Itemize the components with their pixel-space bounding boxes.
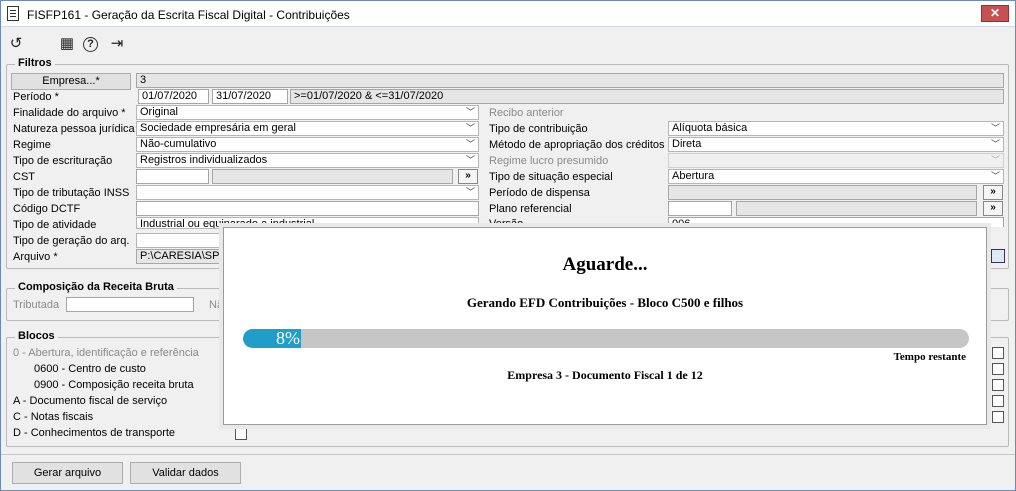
chevron-down-icon: ﹀ xyxy=(465,155,475,165)
dispensa-search-button[interactable]: » xyxy=(983,185,1003,200)
chevron-down-icon: ﹀ xyxy=(990,155,1000,165)
exit-icon[interactable]: ⇥ xyxy=(108,35,126,53)
progress-panel: Aguarde... Gerando EFD Contribuições - B… xyxy=(230,234,980,418)
composicao-title: Composição da Receita Bruta xyxy=(15,281,177,293)
periodo-label: Período * xyxy=(13,91,59,103)
recibo-label: Recibo anterior xyxy=(489,107,564,119)
atividade-label: Tipo de atividade xyxy=(13,219,97,231)
title-bar: FISFP161 - Geração da Escrita Fiscal Dig… xyxy=(1,1,1015,27)
regime-label: Regime xyxy=(13,139,51,151)
window-title: FISFP161 - Geração da Escrita Fiscal Dig… xyxy=(27,8,350,22)
bloco-item: C - Notas fiscais xyxy=(13,411,94,423)
footer-divider xyxy=(1,454,1015,455)
tipo-contribuicao-label: Tipo de contribuição xyxy=(489,123,588,135)
toolbar: ↺ ▦ ? ⇥ xyxy=(1,29,1015,57)
progress-percent: 8% xyxy=(276,329,300,348)
plano-description-field xyxy=(736,201,977,216)
blocos-title: Blocos xyxy=(15,330,58,342)
calendar-icon[interactable]: ▦ xyxy=(58,35,76,53)
plano-search-button[interactable]: » xyxy=(983,201,1003,216)
metodo-label: Método de apropriação dos créditos xyxy=(489,139,665,151)
undo-icon[interactable]: ↺ xyxy=(7,35,25,53)
dctf-label: Código DCTF xyxy=(13,203,81,215)
periodo-inicio-field[interactable]: 01/07/2020 xyxy=(138,89,209,104)
chevron-down-icon: ﹀ xyxy=(465,107,475,117)
geracao-select[interactable] xyxy=(136,233,224,248)
help-icon[interactable]: ? xyxy=(83,37,98,52)
bloco-item: D - Conhecimentos de transporte xyxy=(13,427,176,439)
tributada-field[interactable] xyxy=(66,297,194,312)
plano-field[interactable] xyxy=(668,201,732,216)
cst-field[interactable] xyxy=(136,169,209,184)
regime-lucro-label: Regime lucro presumido xyxy=(489,155,609,167)
bloco-item: 0600 - Centro de custo xyxy=(34,363,146,375)
arquivo-field[interactable]: P:\CARESIA\SPED xyxy=(136,249,224,264)
bloco-checkbox[interactable] xyxy=(992,411,1004,423)
periodo-expressao-field: >=01/07/2020 & <=31/07/2020 xyxy=(290,89,1004,104)
finalidade-label: Finalidade do arquivo * xyxy=(13,107,126,119)
inss-label: Tipo de tributação INSS xyxy=(13,187,130,199)
main-window: FISFP161 - Geração da Escrita Fiscal Dig… xyxy=(0,0,1016,491)
gerar-arquivo-button[interactable]: Gerar arquivo xyxy=(12,462,123,484)
filtros-title: Filtros xyxy=(15,57,55,69)
chevron-down-icon: ﹀ xyxy=(990,139,1000,149)
validar-dados-button[interactable]: Validar dados xyxy=(130,462,241,484)
chevron-down-icon: ﹀ xyxy=(465,187,475,197)
bloco-checkbox[interactable] xyxy=(992,379,1004,391)
chevron-down-icon: ﹀ xyxy=(990,123,1000,133)
cst-search-button[interactable]: » xyxy=(458,169,478,184)
situacao-select[interactable]: Abertura ﹀ xyxy=(668,169,1004,184)
regime-select[interactable]: Não-cumulativo ﹀ xyxy=(136,137,479,152)
empresa-field: 3 xyxy=(136,73,1004,88)
tributada-label: Tributada xyxy=(13,299,60,311)
bloco-checkbox[interactable] xyxy=(992,347,1004,359)
escrituracao-select[interactable]: Registros individualizados ﹀ xyxy=(136,153,479,168)
bloco-d-checkbox[interactable] xyxy=(235,428,247,440)
chevron-down-icon: ﹀ xyxy=(990,171,1000,181)
progress-title: Aguarde... xyxy=(562,254,648,275)
versao-label: Versão xyxy=(489,218,524,227)
regime-lucro-select: ﹀ xyxy=(668,153,1004,168)
empresa-button[interactable]: Empresa...* xyxy=(11,73,131,90)
progress-document: Empresa 3 - Documento Fiscal 1 de 12 xyxy=(507,368,703,382)
tipo-contribuicao-select[interactable]: Alíquota básica ﹀ xyxy=(668,121,1004,136)
plano-label: Plano referencial xyxy=(489,203,572,215)
natureza-select[interactable]: Sociedade empresária em geral ﹀ xyxy=(136,121,479,136)
dispensa-field xyxy=(668,185,977,200)
escrituracao-label: Tipo de escrituração xyxy=(13,155,113,167)
versao-field[interactable]: 006 xyxy=(668,217,1004,227)
chevron-down-icon: ﹀ xyxy=(465,139,475,149)
finalidade-select[interactable]: Original ﹀ xyxy=(136,105,479,120)
bloco-item: 0 - Abertura, identificação e referência xyxy=(13,347,199,359)
inss-select[interactable]: ﹀ xyxy=(136,185,479,200)
bloco-item: A - Documento fiscal de serviço xyxy=(13,395,168,407)
dctf-field[interactable] xyxy=(136,201,479,216)
situacao-label: Tipo de situação especial xyxy=(489,171,613,183)
metodo-select[interactable]: Direta ﹀ xyxy=(668,137,1004,152)
bloco-checkbox[interactable] xyxy=(992,363,1004,375)
bloco-item: 0900 - Composição receita bruta xyxy=(34,379,194,391)
dispensa-label: Período de dispensa xyxy=(489,187,590,199)
document-icon xyxy=(7,6,19,21)
geracao-label: Tipo de geração do arq. xyxy=(13,235,130,247)
arquivo-label: Arquivo * xyxy=(13,251,58,263)
progress-bar: 8% xyxy=(243,329,969,348)
natureza-label: Natureza pessoa jurídica xyxy=(13,123,135,135)
tempo-restante-label: Tempo restante xyxy=(893,351,966,363)
bloco-checkbox[interactable] xyxy=(992,395,1004,407)
periodo-fim-field[interactable]: 31/07/2020 xyxy=(212,89,288,104)
chevron-down-icon: ﹀ xyxy=(465,123,475,133)
close-button[interactable]: ✕ xyxy=(981,5,1009,22)
nao-tributada-label: Nã xyxy=(209,299,224,311)
file-browse-icon[interactable] xyxy=(991,249,1005,263)
cst-description-field xyxy=(212,169,453,184)
progress-dialog: Aguarde... Gerando EFD Contribuições - B… xyxy=(223,227,987,425)
progress-subtitle: Gerando EFD Contribuições - Bloco C500 e… xyxy=(466,295,744,310)
cst-label: CST xyxy=(13,171,35,183)
